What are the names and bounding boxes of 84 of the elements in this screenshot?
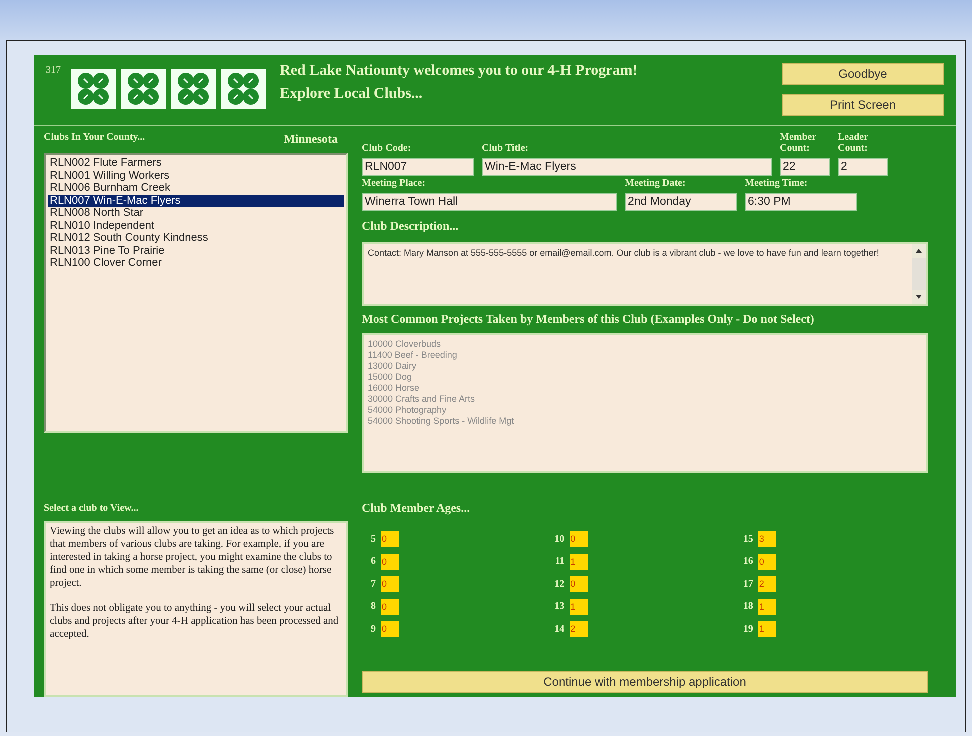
clubs-list[interactable]: RLN002 Flute Farmers RLN001 Willing Workers RLN006 Burnham Creek RLN007 Win-E-Mac Flyers RLN008 North Star RLN010 Independent RLN012 South County Kindness RLN013 Pine To Prairie RLN100 Clover Corner [44, 153, 348, 433]
projects-label: Most Common Projects Taken by Members of this Club (Examples Only - Do not Select) [362, 312, 816, 327]
club-item[interactable]: RLN100 Clover Corner [48, 257, 344, 270]
input-field[interactable]: Winerra Town Hall [362, 193, 617, 211]
club-item[interactable]: RLN012 South County Kindness [48, 232, 344, 244]
header-button[interactable]: Goodbye [782, 63, 944, 85]
age-label: 9 [370, 624, 376, 635]
field-label: Club Title: [482, 143, 530, 154]
input-field[interactable]: 6:30 PM [745, 193, 857, 211]
age-count-field: 3 [758, 531, 776, 548]
input-field[interactable]: Win-E-Mac Flyers [482, 158, 772, 176]
age-label: 6 [370, 556, 376, 568]
age-count-field: 0 [381, 598, 399, 615]
club-item[interactable]: RLN013 Pine To Prairie [48, 244, 344, 257]
age-count-field: 1 [570, 554, 588, 570]
age-count-field: 2 [758, 576, 776, 592]
project-item: 11400 Beef - Breeding [368, 350, 458, 361]
help-paragraph: This does not obligate you to anything - you will select your actual clubs and projects after your 4-H application has been processed and accepted. [50, 602, 340, 641]
club-item[interactable]: RLN006 Burnham Creek [48, 182, 344, 194]
age-label: 10 [554, 534, 565, 545]
age-count-field: 0 [381, 531, 399, 548]
project-item: 54000 Shooting Sports - Wildlife Mgt [368, 416, 516, 427]
project-item: 54000 Photography [368, 405, 448, 416]
age-count-field: 1 [758, 621, 776, 638]
clover-logo-icon [121, 69, 166, 109]
project-item: 10000 Cloverbuds [368, 339, 442, 350]
continue-button[interactable]: Continue with membership application [362, 670, 928, 692]
field-label: Meeting Time: [745, 178, 809, 189]
club-item[interactable]: RLN001 Willing Workers [48, 170, 344, 182]
age-label: 19 [742, 624, 754, 635]
form-code: 317 [46, 65, 61, 76]
age-count-field: 2 [570, 621, 588, 638]
header-button[interactable]: Print Screen [782, 94, 944, 116]
scroll-up-icon[interactable] [912, 244, 926, 258]
project-item: 30000 Crafts and Fine Arts [368, 394, 476, 405]
age-label: 14 [554, 624, 565, 635]
input-field[interactable]: 22 [780, 158, 830, 176]
input-field[interactable]: 2 [838, 158, 888, 176]
clover-logo-icon [221, 69, 266, 109]
club-item[interactable]: RLN007 Win-E-Mac Flyers [48, 194, 344, 207]
scroll-down-icon[interactable] [912, 290, 926, 304]
field-label: Meeting Place: [362, 178, 427, 189]
age-count-field: 1 [758, 598, 776, 615]
age-label: 7 [370, 578, 376, 590]
age-label: 15 [742, 534, 754, 545]
header-title: Red Lake Natiounty welcomes you to our 4-H Program! [280, 63, 639, 80]
header-title: Explore Local Clubs... [280, 86, 424, 103]
age-label: 16 [742, 556, 754, 568]
age-count-field: 0 [381, 576, 399, 592]
age-label: 11 [554, 556, 565, 568]
age-count-field: 0 [570, 531, 588, 548]
ages-label: Club Member Ages... [362, 501, 472, 516]
age-count-field: 0 [381, 621, 399, 638]
age-count-field: 1 [570, 598, 588, 615]
club-item[interactable]: RLN010 Independent [48, 220, 344, 232]
club-item[interactable]: RLN002 Flute Farmers [48, 157, 344, 170]
description-box[interactable]: Contact: Mary Manson at 555-555-5555 or email@email.com. Our club is a vibrant club - we love to have fun and learn together! [362, 242, 928, 306]
age-label: 5 [370, 534, 376, 545]
state-label: Minnesota [284, 132, 338, 147]
project-item: 15000 Dog [368, 372, 414, 383]
age-label: 8 [370, 601, 376, 612]
clover-logo-icon [171, 69, 216, 109]
club-item[interactable]: RLN008 North Star [48, 207, 344, 220]
description-label: Club Description... [362, 219, 460, 234]
age-label: 13 [554, 601, 565, 612]
age-count-field: 0 [570, 576, 588, 592]
description-text: Contact: Mary Manson at 555-555-5555 or email@email.com. Our club is a vibrant club - we love to have fun and learn together! [367, 247, 880, 260]
age-label: 17 [742, 578, 754, 590]
project-item: 16000 Horse [368, 383, 421, 394]
age-label: 18 [742, 601, 754, 612]
input-field[interactable]: RLN007 [362, 158, 474, 176]
age-count-field: 0 [758, 554, 776, 570]
help-paragraph: Viewing the clubs will allow you to get an idea as to which projects that members of various clubs are taking. For example, if you are interested in taking a horse project, you might examine the clubs to find one in which some member is taking the same (or close) horse project. [50, 525, 336, 590]
input-field[interactable]: 2nd Monday [625, 193, 737, 211]
clubs-label: Clubs In Your County... [44, 132, 146, 145]
field-label: Leader Count: [838, 132, 870, 154]
help-label: Select a club to View... [44, 503, 140, 514]
age-count-field: 0 [381, 554, 399, 570]
field-label: Meeting Date: [625, 178, 687, 189]
clover-logo-icon [71, 69, 116, 109]
project-item: 13000 Dairy [368, 361, 418, 372]
age-label: 12 [554, 578, 565, 590]
field-label: Club Code: [362, 143, 412, 154]
field-label: Member Count: [780, 132, 818, 154]
